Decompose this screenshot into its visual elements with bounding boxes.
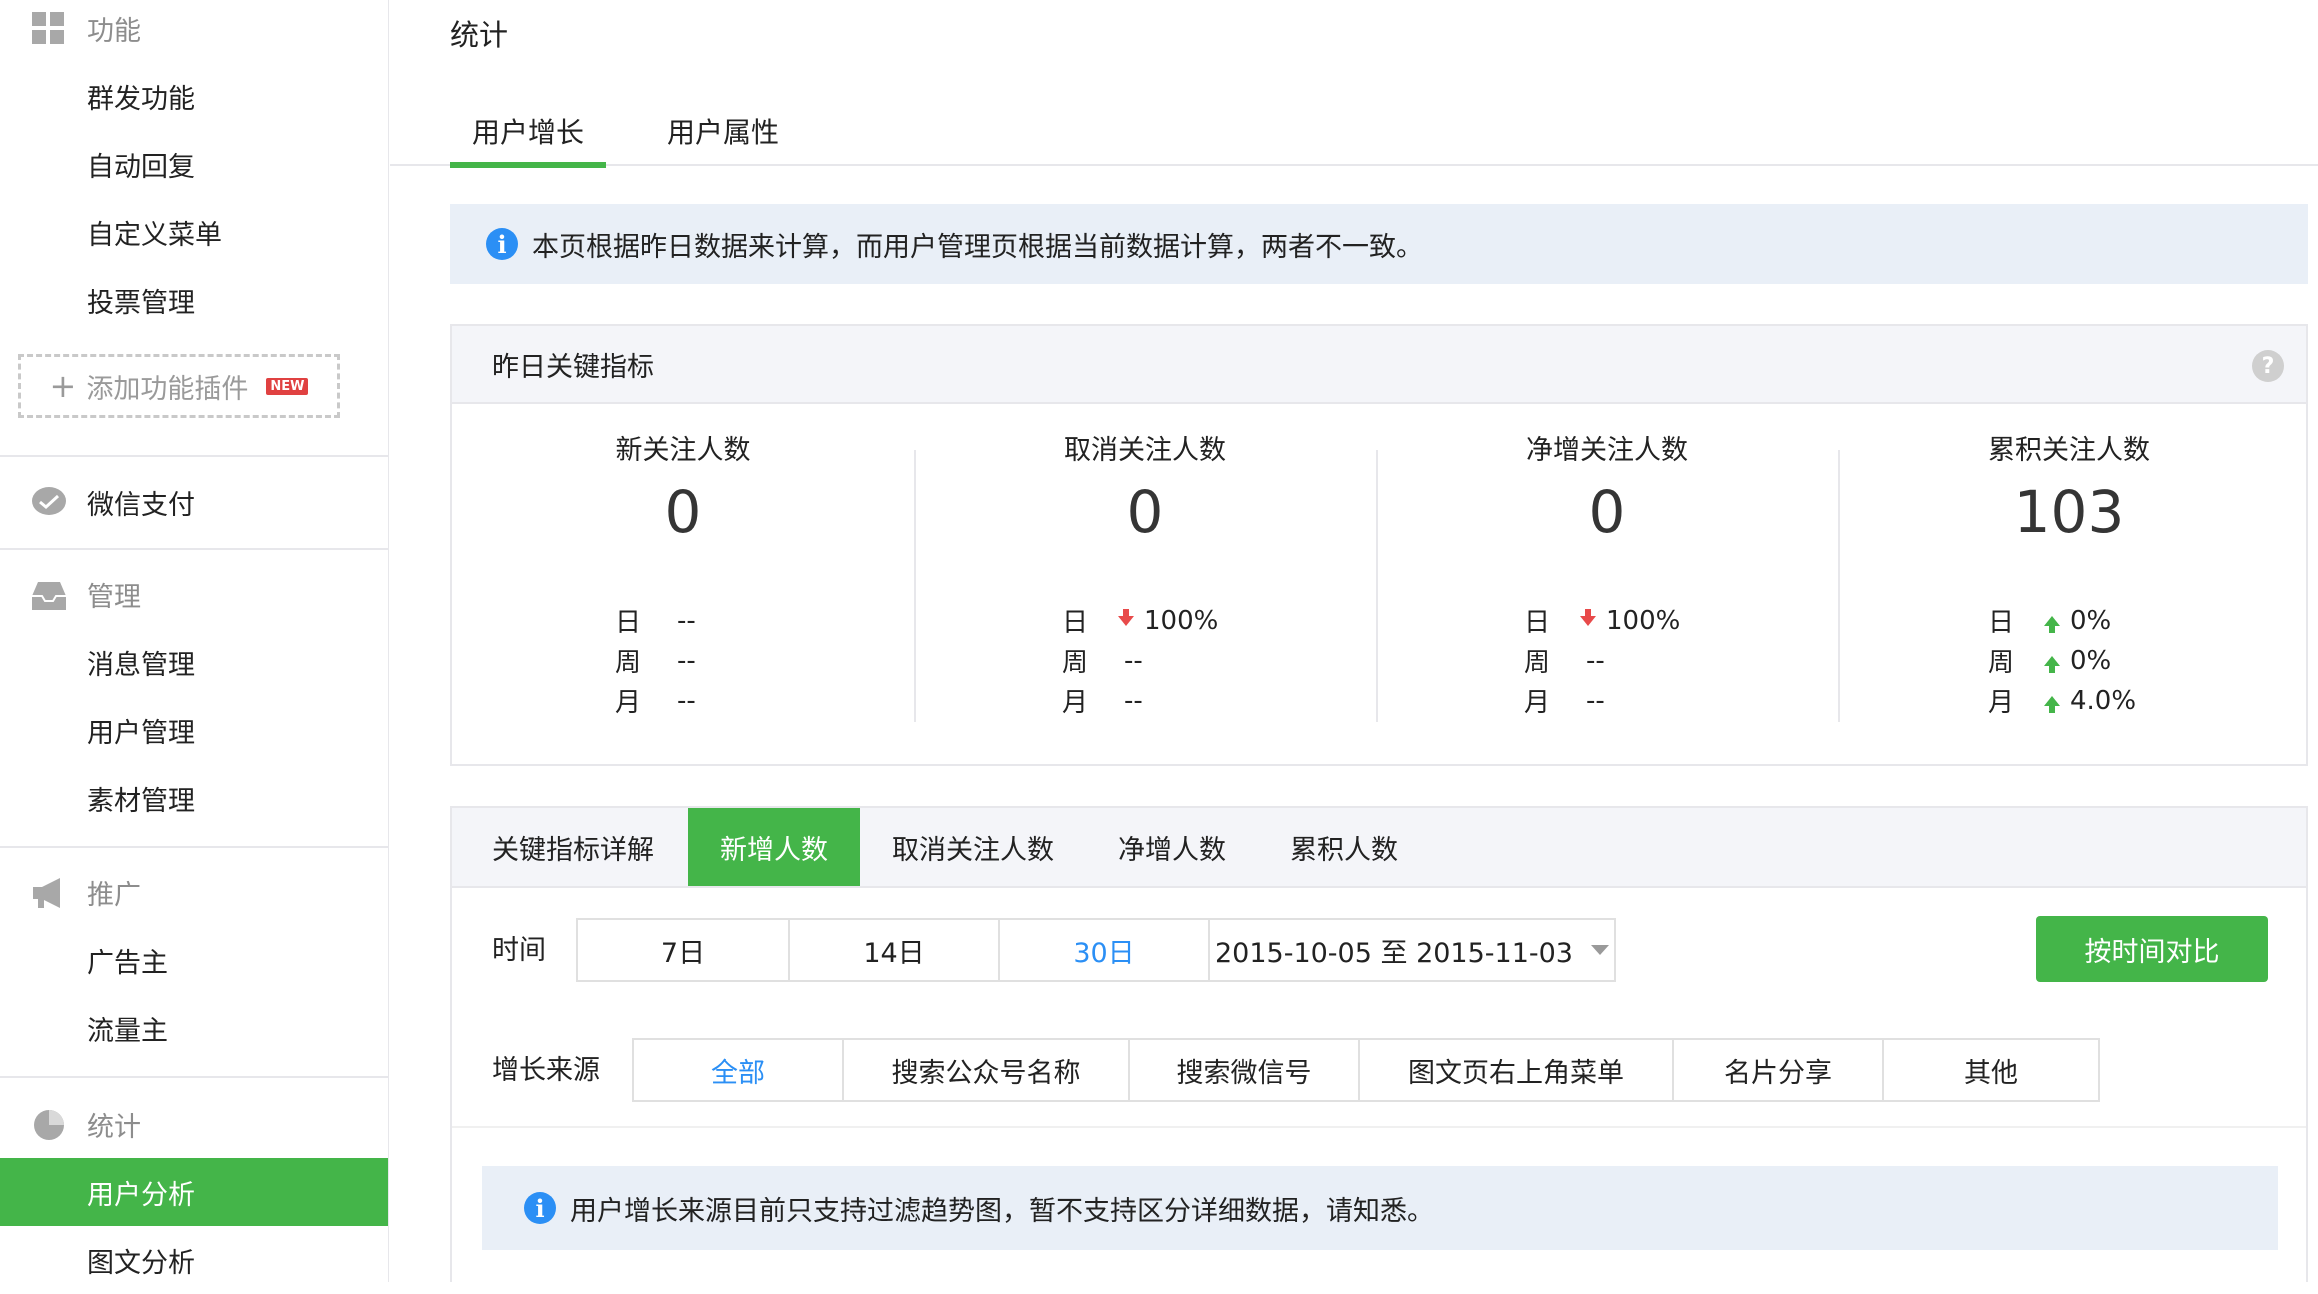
sidebar: 功能 群发功能 自动回复 自定义菜单 投票管理 + 添加功能插件 NEW 微信支… <box>0 0 389 1282</box>
kpi-unfollowers: 取消关注人数 0 日 100% 周 -- 月 -- <box>914 406 1376 718</box>
sidebar-group-promo: 推广 <box>0 866 388 918</box>
help-icon[interactable]: ? <box>2252 350 2284 382</box>
sidebar-group-label: 功能 <box>87 15 141 47</box>
kpi-title: 取消关注人数 <box>1064 435 1226 466</box>
kpi-new-followers: 新关注人数 0 日 -- 周 -- 月 -- <box>452 406 914 718</box>
plus-icon: + <box>49 367 77 405</box>
kpi-title: 新关注人数 <box>615 435 751 466</box>
kpi-week-row: 周 -- <box>1062 645 1143 679</box>
tab-cumulative[interactable]: 累积人数 <box>1290 808 1398 886</box>
arrow-down-icon <box>1580 608 1596 626</box>
kpi-week-row: 周 -- <box>1524 645 1605 679</box>
detail-panel-title: 关键指标详解 <box>492 834 654 866</box>
tab-user-growth[interactable]: 用户增长 <box>450 100 606 168</box>
sidebar-item-users[interactable]: 用户管理 <box>0 696 388 764</box>
source-search-wechat-id[interactable]: 搜索微信号 <box>1130 1040 1360 1100</box>
sidebar-item-mass-send[interactable]: 群发功能 <box>0 62 388 130</box>
divider <box>0 1076 388 1078</box>
kpi-title: 累积关注人数 <box>1988 435 2150 466</box>
kpi-month-row: 月 4.0% <box>1988 685 2137 719</box>
range-7d[interactable]: 7日 <box>578 920 790 980</box>
sidebar-group-stats: 统计 <box>0 1098 388 1150</box>
date-range-picker[interactable]: 2015-10-05 至 2015-11-03 <box>1210 920 1614 980</box>
source-card-share[interactable]: 名片分享 <box>1674 1040 1884 1100</box>
add-plugin-button[interactable]: + 添加功能插件 NEW <box>18 354 340 418</box>
arrow-up-icon <box>2044 615 2060 633</box>
sidebar-item-auto-reply[interactable]: 自动回复 <box>0 130 388 198</box>
divider <box>0 455 388 457</box>
page-title: 统计 <box>450 18 509 52</box>
arrow-up-icon <box>2044 695 2060 713</box>
kpi-day-row: 日 100% <box>1524 605 1681 639</box>
kpi-panel: 昨日关键指标 ? 新关注人数 0 日 -- 周 -- 月 -- 取消关注人数 0 日1… <box>450 324 2308 766</box>
sidebar-item-publisher[interactable]: 流量主 <box>0 994 388 1062</box>
info-icon: i <box>524 1192 556 1224</box>
time-label: 时间 <box>492 935 546 966</box>
arrow-up-icon <box>2044 655 2060 673</box>
megaphone-icon <box>33 878 60 908</box>
detail-sub-tabs: 关键指标详解 新增人数 取消关注人数 净增人数 累积人数 <box>452 808 2306 888</box>
sidebar-item-messages[interactable]: 消息管理 <box>0 628 388 696</box>
wechat-pay-icon <box>32 487 66 515</box>
kpi-value: 103 <box>2013 478 2125 546</box>
kpi-week-row: 周 -- <box>615 645 696 679</box>
tab-user-attributes[interactable]: 用户属性 <box>648 100 798 162</box>
tab-net-growth[interactable]: 净增人数 <box>1118 808 1226 886</box>
sidebar-item-vote[interactable]: 投票管理 <box>0 266 388 334</box>
source-label: 增长来源 <box>492 1055 600 1086</box>
source-article-menu[interactable]: 图文页右上角菜单 <box>1360 1040 1674 1100</box>
divider <box>452 1126 2306 1128</box>
kpi-week-row: 周 0% <box>1988 645 2112 679</box>
divider <box>0 548 388 550</box>
divider <box>0 846 388 848</box>
range-30d[interactable]: 30日 <box>1000 920 1210 980</box>
kpi-month-row: 月 -- <box>1524 685 1605 719</box>
info-icon: i <box>486 228 518 260</box>
sidebar-item-materials[interactable]: 素材管理 <box>0 764 388 832</box>
range-14d[interactable]: 14日 <box>790 920 1000 980</box>
source-all[interactable]: 全部 <box>634 1040 844 1100</box>
sidebar-group-manage: 管理 <box>0 568 388 620</box>
tab-unfollow-count[interactable]: 取消关注人数 <box>892 808 1054 886</box>
kpi-net-followers: 净增关注人数 0 日 100% 周 -- 月 -- <box>1376 406 1838 718</box>
source-info-notice: i 用户增长来源目前只支持过滤趋势图，暂不支持区分详细数据，请知悉。 <box>482 1166 2278 1250</box>
sidebar-group-function: 功能 <box>0 2 388 54</box>
kpi-day-row: 日 -- <box>615 605 696 639</box>
kpi-month-row: 月 -- <box>1062 685 1143 719</box>
compare-by-time-button[interactable]: 按时间对比 <box>2036 916 2268 982</box>
pie-chart-icon <box>34 1110 64 1140</box>
sidebar-item-article-analysis[interactable]: 图文分析 <box>0 1226 388 1294</box>
arrow-down-icon <box>1118 608 1134 626</box>
sidebar-item-advertiser[interactable]: 广告主 <box>0 926 388 994</box>
source-search-account-name[interactable]: 搜索公众号名称 <box>844 1040 1130 1100</box>
new-badge: NEW <box>266 377 309 395</box>
source-other[interactable]: 其他 <box>1884 1040 2098 1100</box>
kpi-value: 0 <box>1588 478 1626 546</box>
inbox-icon <box>32 582 66 610</box>
kpi-panel-title: 昨日关键指标 <box>492 351 654 383</box>
sidebar-item-custom-menu[interactable]: 自定义菜单 <box>0 198 388 266</box>
kpi-day-row: 日 0% <box>1988 605 2112 639</box>
sidebar-item-user-analysis[interactable]: 用户分析 <box>0 1158 388 1226</box>
sidebar-item-wechat-pay[interactable]: 微信支付 <box>0 468 388 536</box>
kpi-total-followers: 累积关注人数 103 日 0% 周 0% 月 4.0% <box>1838 406 2300 718</box>
kpi-value: 0 <box>1126 478 1164 546</box>
detail-panel: 关键指标详解 新增人数 取消关注人数 净增人数 累积人数 时间 7日 14日 3… <box>450 806 2308 1282</box>
tab-new-users[interactable]: 新增人数 <box>688 808 860 886</box>
tab-bar: 用户增长 用户属性 <box>390 100 2318 168</box>
chevron-down-icon <box>1591 945 1609 955</box>
time-range-selector: 7日 14日 30日 2015-10-05 至 2015-11-03 <box>576 918 1616 982</box>
source-filter: 全部 搜索公众号名称 搜索微信号 图文页右上角菜单 名片分享 其他 <box>632 1038 2100 1102</box>
kpi-title: 净增关注人数 <box>1526 435 1688 466</box>
kpi-month-row: 月 -- <box>615 685 696 719</box>
kpi-value: 0 <box>664 478 702 546</box>
kpi-panel-header: 昨日关键指标 ? <box>452 326 2306 404</box>
info-notice: i 本页根据昨日数据来计算，而用户管理页根据当前数据计算，两者不一致。 <box>450 204 2308 284</box>
kpi-day-row: 日 100% <box>1062 605 1219 639</box>
grid-icon <box>32 12 64 44</box>
